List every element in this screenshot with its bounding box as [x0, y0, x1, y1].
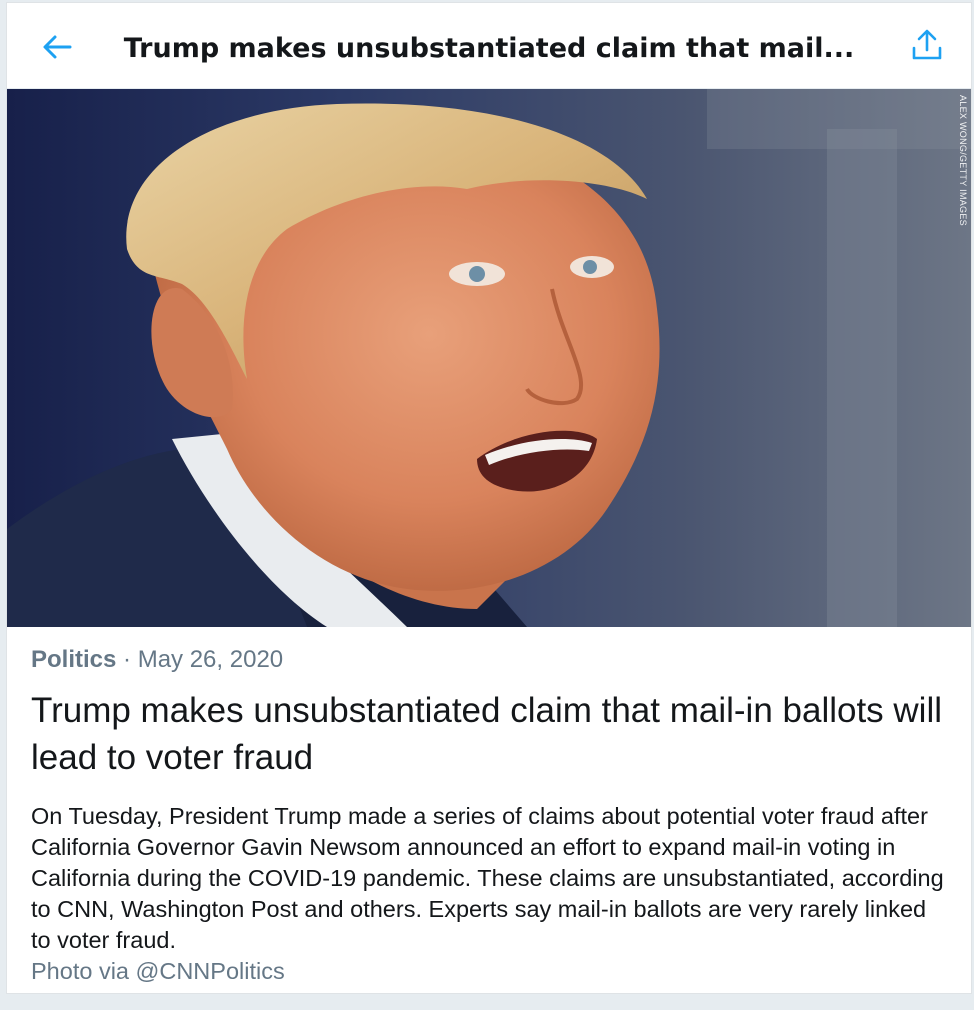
category-label[interactable]: Politics [31, 646, 116, 673]
hero-image[interactable]: ALEX WONG/GETTY IMAGES [7, 89, 971, 627]
arrow-left-icon [43, 35, 72, 59]
photo-credit: ALEX WONG/GETTY IMAGES [958, 95, 968, 226]
photo-attribution[interactable]: Photo via @CNNPolitics [31, 956, 951, 987]
meta-separator: · [123, 646, 132, 673]
portrait-illustration [7, 89, 971, 627]
article-summary: On Tuesday, President Trump made a serie… [31, 803, 944, 953]
article-headline[interactable]: Trump makes unsubstantiated claim that m… [31, 687, 951, 781]
moment-card: Trump makes unsubstantiated claim that m… [6, 2, 972, 994]
page-title: Trump makes unsubstantiated claim that m… [123, 33, 855, 64]
publish-date: May 26, 2020 [137, 646, 284, 673]
article-meta: Politics · May 26, 2020 [31, 643, 951, 677]
article-body: Politics · May 26, 2020 Trump makes unsu… [31, 643, 951, 987]
share-button[interactable] [905, 23, 949, 67]
share-icon [912, 29, 942, 60]
top-bar: Trump makes unsubstantiated claim that m… [7, 3, 971, 89]
back-button[interactable] [35, 25, 79, 69]
